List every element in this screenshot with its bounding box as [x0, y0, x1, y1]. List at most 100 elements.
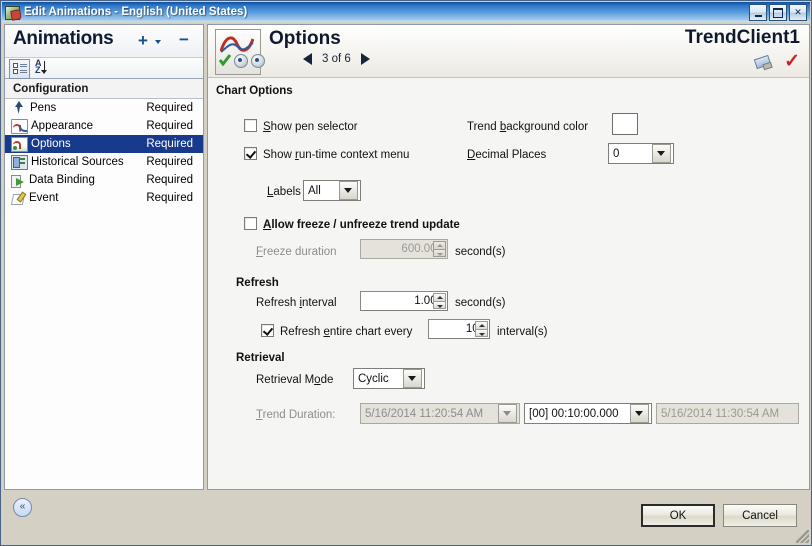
show-context-menu-label: Show run-time context menu [263, 149, 410, 161]
refresh-entire-chart-label: Refresh entire chart every [280, 326, 413, 338]
sidebar-item-label: Data Binding [29, 174, 95, 186]
sidebar-item-status: Required [146, 174, 193, 186]
sidebar-item-status: Required [146, 120, 193, 132]
sidebar-item-appearance[interactable]: Appearance Required [5, 117, 203, 135]
window-controls: ✕ [749, 4, 807, 21]
retrieval-mode-combo[interactable]: Cyclic [353, 368, 425, 389]
options-panel: Options 3 of 6 TrendClient1 ✓ Chart Opti… [207, 24, 810, 490]
page-indicator: 3 of 6 [322, 53, 351, 65]
show-pen-selector-checkbox[interactable] [244, 119, 257, 132]
sidebar-item-options[interactable]: Options Required [5, 135, 203, 153]
labels-label: Labels [267, 186, 301, 198]
animations-title: Animations [13, 28, 114, 49]
refresh-interval-spinner[interactable] [433, 293, 446, 309]
edit-animations-dialog: Edit Animations - English (United States… [0, 0, 812, 546]
allow-freeze-checkbox[interactable] [244, 217, 257, 230]
remove-animation-button[interactable]: − [179, 30, 189, 50]
minimize-button[interactable] [749, 4, 767, 21]
sidebar-item-status: Required [146, 102, 193, 114]
labels-combo[interactable]: All [303, 180, 361, 201]
database-icon [11, 154, 28, 170]
sidebar-item-label: Historical Sources [31, 156, 124, 168]
refresh-interval-label: Refresh interval [256, 297, 337, 309]
labels-value: All [308, 184, 321, 197]
red-check-icon[interactable]: ✓ [784, 52, 800, 71]
chevron-down-icon[interactable] [403, 369, 422, 388]
title-bar: Edit Animations - English (United States… [2, 2, 810, 22]
show-pen-selector-label: Show pen selector [263, 121, 358, 133]
trend-duration-start-value: 5/16/2014 11:20:54 AM [365, 407, 484, 420]
cancel-button[interactable]: Cancel [723, 504, 797, 527]
sidebar-item-label: Appearance [31, 120, 94, 132]
sidebar-item-label: Options [31, 138, 71, 150]
refresh-entire-chart-unit: interval(s) [497, 326, 548, 338]
decimal-places-label: Decimal Places [467, 149, 547, 161]
trend-background-color-swatch[interactable] [612, 113, 638, 135]
sidebar-item-status: Required [146, 192, 193, 204]
trend-background-color-label: Trend background color [467, 121, 589, 133]
trend-options-icon [215, 29, 265, 75]
pen-icon [11, 101, 27, 115]
retrieval-section-title: Retrieval [236, 352, 285, 364]
refresh-interval-input[interactable]: 1.000 [360, 291, 448, 311]
chevron-down-icon[interactable] [630, 404, 649, 423]
animations-toolbar: AZ [5, 58, 203, 79]
show-context-menu-checkbox[interactable] [244, 147, 257, 160]
sidebar-item-status: Required [146, 138, 193, 150]
event-icon [11, 192, 26, 205]
trend-duration-span-value: [00] 00:10:00.000 [529, 407, 619, 420]
window-title: Edit Animations - English (United States… [24, 6, 248, 18]
trend-duration-label: Trend Duration: [256, 409, 336, 421]
client-title: TrendClient1 [684, 27, 800, 48]
close-button[interactable]: ✕ [789, 4, 807, 21]
add-dropdown-icon[interactable] [155, 40, 161, 44]
waveform-icon [11, 118, 28, 134]
freeze-duration-input: 600.000 [360, 239, 448, 259]
trend-duration-end-value: 5/16/2014 11:30:54 AM [661, 407, 780, 420]
maximize-button[interactable] [769, 4, 787, 21]
configuration-group-header: Configuration [5, 79, 203, 99]
refresh-entire-chart-input[interactable]: 100 [428, 319, 490, 339]
header-tools: ✓ [755, 52, 800, 71]
options-icon [11, 136, 28, 152]
trend-duration-span-combo[interactable]: [00] 00:10:00.000 [524, 403, 652, 424]
freeze-duration-spinner [433, 241, 446, 257]
options-header: Options 3 of 6 TrendClient1 ✓ [208, 25, 809, 78]
sidebar-item-historical-sources[interactable]: Historical Sources Required [5, 153, 203, 171]
next-page-button[interactable] [360, 53, 370, 65]
animations-panel: Animations + − AZ Configuration Pens Req… [4, 24, 204, 490]
freeze-duration-label: Freeze duration [256, 246, 337, 258]
add-animation-button[interactable]: + [138, 31, 148, 51]
collapse-panel-button[interactable]: « [13, 498, 32, 517]
ok-button[interactable]: OK [641, 504, 715, 527]
prev-page-button[interactable] [303, 53, 312, 65]
trend-duration-start-combo: 5/16/2014 11:20:54 AM [360, 403, 520, 424]
sidebar-item-event[interactable]: Event Required [5, 189, 203, 207]
refresh-entire-chart-checkbox[interactable] [261, 324, 274, 337]
page-navigation: 3 of 6 [303, 53, 370, 65]
chevron-down-icon [498, 404, 517, 423]
retrieval-mode-label: Retrieval Mode [256, 374, 334, 386]
trend-duration-end-input: 5/16/2014 11:30:54 AM [656, 403, 799, 424]
sort-alphabetical-icon[interactable]: AZ [33, 59, 52, 77]
chart-options-section-title: Chart Options [216, 85, 293, 97]
sidebar-item-status: Required [146, 156, 193, 168]
freeze-duration-unit: second(s) [455, 246, 506, 258]
resize-grip[interactable] [796, 530, 809, 543]
sidebar-item-pens[interactable]: Pens Required [5, 99, 203, 117]
sidebar-item-label: Event [29, 192, 59, 204]
chevron-down-icon[interactable] [652, 144, 671, 163]
app-icon [5, 5, 22, 21]
retrieval-mode-value: Cyclic [358, 372, 389, 385]
chevron-down-icon[interactable] [339, 181, 358, 200]
decimal-places-combo[interactable]: 0 [608, 143, 674, 164]
refresh-interval-unit: second(s) [455, 297, 506, 309]
data-bind-icon [11, 174, 26, 188]
categorize-icon[interactable] [9, 59, 30, 79]
sidebar-item-label: Pens [30, 102, 57, 114]
decimal-places-value: 0 [613, 147, 620, 160]
sidebar-item-data-binding[interactable]: Data Binding Required [5, 171, 203, 189]
eraser-icon[interactable] [755, 55, 772, 69]
allow-freeze-label: Allow freeze / unfreeze trend update [263, 219, 460, 231]
refresh-entire-chart-spinner[interactable] [475, 321, 488, 337]
